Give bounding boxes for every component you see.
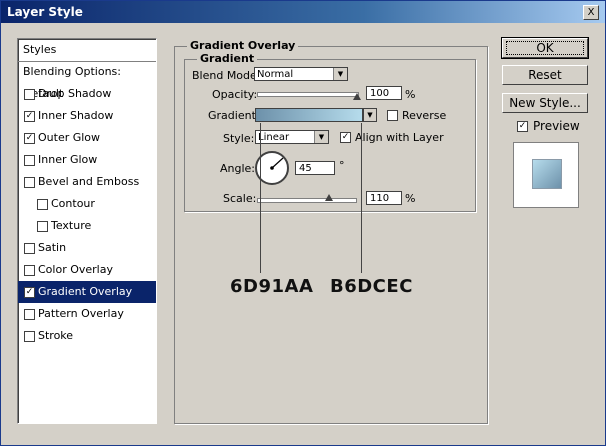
opacity-slider-thumb[interactable] xyxy=(353,93,361,100)
scale-slider-thumb[interactable] xyxy=(324,194,333,201)
styles-item-checkbox[interactable] xyxy=(24,89,35,100)
styles-header[interactable]: Styles xyxy=(18,39,156,62)
reset-button-label: Reset xyxy=(528,68,562,82)
section-title: Gradient Overlay xyxy=(187,39,299,52)
blend-mode-select[interactable]: Normal ▼ xyxy=(254,67,348,81)
style-value: Linear xyxy=(258,132,290,143)
styles-item-checkbox[interactable] xyxy=(24,177,35,188)
scale-label: Scale: xyxy=(223,192,257,205)
gradient-group-title: Gradient xyxy=(197,52,258,65)
styles-item-blending-options-default[interactable]: Blending Options: Default xyxy=(18,61,156,100)
opacity-input[interactable]: 100 xyxy=(366,86,402,100)
styles-item-gradient-overlay[interactable]: ✓ Gradient Overlay xyxy=(18,281,156,303)
styles-item-label: Stroke xyxy=(38,329,74,342)
styles-item-checkbox[interactable] xyxy=(24,265,35,276)
styles-item-label: Drop Shadow xyxy=(38,87,112,100)
styles-item-label: Texture xyxy=(51,219,92,232)
styles-item-contour[interactable]: Contour xyxy=(18,193,156,215)
styles-item-label: Outer Glow xyxy=(38,131,101,144)
angle-label: Angle: xyxy=(220,162,256,175)
angle-needle-icon xyxy=(270,157,284,170)
check-icon[interactable]: ✓ xyxy=(24,287,35,298)
angle-value: 45 xyxy=(299,163,312,174)
styles-item-color-overlay[interactable]: Color Overlay xyxy=(18,259,156,281)
styles-item-label: Inner Glow xyxy=(38,153,98,166)
styles-item-label: Gradient Overlay xyxy=(38,285,133,298)
angle-input[interactable]: 45 xyxy=(295,161,335,175)
styles-item-texture[interactable]: Texture xyxy=(18,215,156,237)
ok-button[interactable]: OK xyxy=(501,37,589,59)
styles-item-label: Satin xyxy=(38,241,67,254)
scale-slider-track[interactable] xyxy=(257,198,357,203)
styles-item-bevel-and-emboss[interactable]: Bevel and Emboss xyxy=(18,171,156,193)
styles-item-checkbox[interactable] xyxy=(37,221,48,232)
opacity-unit: % xyxy=(405,88,416,101)
styles-list-panel: Styles Blending Options: Default Drop Sha… xyxy=(17,38,157,424)
styles-item-label: Inner Shadow xyxy=(38,109,114,122)
window-title: Layer Style xyxy=(7,5,83,19)
styles-item-stroke[interactable]: Stroke xyxy=(18,325,156,347)
styles-item-label: Bevel and Emboss xyxy=(38,175,140,188)
check-icon[interactable]: ✓ xyxy=(24,111,35,122)
style-select[interactable]: Linear ▼ xyxy=(255,130,329,144)
preview-checkbox[interactable]: ✓ xyxy=(517,121,528,132)
styles-item-pattern-overlay[interactable]: Pattern Overlay xyxy=(18,303,156,325)
title-bar[interactable]: Layer Style X xyxy=(1,1,605,23)
blend-mode-label: Blend Mode: xyxy=(192,69,261,82)
preview-thumbnail xyxy=(513,142,579,208)
styles-item-checkbox[interactable] xyxy=(24,309,35,320)
styles-item-checkbox[interactable] xyxy=(24,331,35,342)
blend-mode-value: Normal xyxy=(257,69,294,80)
close-button[interactable]: X xyxy=(583,5,599,20)
gradient-dropdown[interactable]: ▼ xyxy=(363,108,377,122)
styles-item-outer-glow[interactable]: ✓ Outer Glow xyxy=(18,127,156,149)
styles-item-checkbox[interactable] xyxy=(24,243,35,254)
styles-item-label: Color Overlay xyxy=(38,263,113,276)
opacity-value: 100 xyxy=(370,88,390,99)
align-with-layer-checkbox[interactable]: ✓ xyxy=(340,132,351,143)
styles-header-label: Styles xyxy=(23,43,57,56)
ok-button-label: OK xyxy=(536,41,554,55)
styles-item-satin[interactable]: Satin xyxy=(18,237,156,259)
new-style-button[interactable]: New Style... xyxy=(502,93,588,113)
annotation-right-color: B6DCEC xyxy=(330,276,413,297)
opacity-slider-track[interactable] xyxy=(257,92,359,97)
scale-input[interactable]: 110 xyxy=(366,191,402,205)
gradient-label: Gradient: xyxy=(208,109,260,122)
annotation-line-right xyxy=(361,123,362,273)
new-style-button-label: New Style... xyxy=(509,96,581,110)
styles-item-checkbox[interactable] xyxy=(37,199,48,210)
gradient-picker[interactable] xyxy=(255,108,363,122)
scale-value: 110 xyxy=(370,193,390,204)
styles-item-drop-shadow[interactable]: Drop Shadow xyxy=(18,83,156,105)
check-icon[interactable]: ✓ xyxy=(24,133,35,144)
reset-button[interactable]: Reset xyxy=(502,65,588,85)
chevron-down-icon: ▼ xyxy=(364,109,376,121)
styles-item-label: Pattern Overlay xyxy=(38,307,124,320)
styles-item-label: Contour xyxy=(51,197,95,210)
styles-item-checkbox[interactable] xyxy=(24,155,35,166)
reverse-label: Reverse xyxy=(402,109,447,122)
preview-swatch xyxy=(532,159,562,189)
opacity-label: Opacity: xyxy=(212,88,258,101)
scale-unit: % xyxy=(405,192,416,205)
styles-item-inner-shadow[interactable]: ✓ Inner Shadow xyxy=(18,105,156,127)
align-with-layer-label: Align with Layer xyxy=(355,131,444,144)
style-label: Style: xyxy=(223,132,255,145)
annotation-left-color: 6D91AA xyxy=(230,276,314,297)
annotation-line-left xyxy=(260,123,261,273)
chevron-down-icon: ▼ xyxy=(314,131,328,143)
preview-label: Preview xyxy=(533,119,580,133)
angle-unit: ° xyxy=(339,159,345,172)
chevron-down-icon: ▼ xyxy=(333,68,347,80)
styles-item-inner-glow[interactable]: Inner Glow xyxy=(18,149,156,171)
reverse-checkbox[interactable] xyxy=(387,110,398,121)
layer-style-dialog: Layer Style X Styles Blending Options: D… xyxy=(0,0,606,446)
